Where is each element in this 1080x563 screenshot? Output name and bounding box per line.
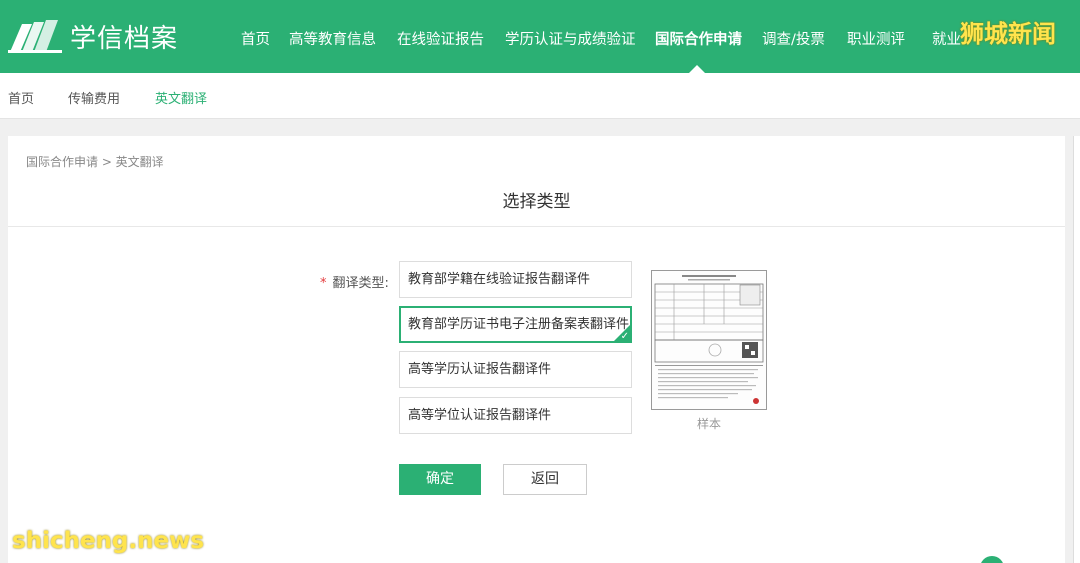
active-nav-indicator [689, 65, 705, 73]
logo[interactable]: 学信档案 [8, 16, 178, 56]
option-academic-degree-authentication[interactable]: 高等学历认证报告翻译件 [399, 351, 632, 388]
watermark-top: 狮城新闻 [960, 20, 1056, 48]
option-student-status-report[interactable]: 教育部学籍在线验证报告翻译件 [399, 261, 632, 298]
nav-online-verification-report[interactable]: 在线验证报告 [397, 28, 484, 49]
top-navbar: 学信档案 首页 高等教育信息 在线验证报告 学历认证与成绩验证 国际合作申请 调… [0, 0, 1080, 73]
sample-document-thumbnail[interactable] [651, 270, 767, 410]
subnav-english-translation[interactable]: 英文翻译 [155, 88, 207, 107]
scrollbar[interactable] [1073, 136, 1080, 563]
option-degree-certificate-record[interactable]: 教育部学历证书电子注册备案表翻译件 ✓ [399, 306, 632, 343]
sample-caption: 样本 [696, 417, 721, 431]
nav-career-assessment[interactable]: 职业测评 [847, 28, 905, 49]
checkmark-icon: ✓ [620, 331, 629, 342]
book-logo-icon [8, 20, 62, 53]
option-academic-degree-award-authentication[interactable]: 高等学位认证报告翻译件 [399, 397, 632, 434]
confirm-button[interactable]: 确定 [399, 464, 481, 495]
translation-type-label-text: 翻译类型: [332, 276, 389, 291]
option-label: 教育部学籍在线验证报告翻译件 [408, 272, 591, 287]
subnav-home[interactable]: 首页 [8, 88, 34, 107]
logo-text: 学信档案 [70, 23, 179, 54]
nav-higher-education-info[interactable]: 高等教育信息 [289, 28, 376, 49]
translation-type-label: * 翻译类型: [320, 272, 389, 291]
required-mark: * [320, 276, 327, 291]
divider [8, 226, 1065, 227]
sample-document-image [652, 271, 766, 409]
nav-degree-authentication[interactable]: 学历认证与成绩验证 [505, 28, 636, 49]
option-label: 高等学位认证报告翻译件 [408, 408, 552, 423]
watermark-bottom: shicheng.news [12, 528, 205, 554]
subnav-transfer-fee[interactable]: 传输费用 [68, 88, 120, 107]
page-title: 选择类型 [502, 192, 571, 212]
breadcrumb: 国际合作申请 > 英文翻译 [26, 155, 164, 169]
nav-survey-vote[interactable]: 调查/投票 [762, 28, 825, 49]
main-card: 国际合作申请 > 英文翻译 选择类型 * 翻译类型: 教育部学籍在线验证报告翻译件… [8, 136, 1065, 563]
nav-international-cooperation[interactable]: 国际合作申请 [655, 28, 742, 49]
nav-employment[interactable]: 就业 [932, 28, 961, 49]
nav-home[interactable]: 首页 [241, 28, 270, 49]
option-label: 教育部学历证书电子注册备案表翻译件 [408, 317, 630, 332]
option-label: 高等学历认证报告翻译件 [408, 362, 552, 377]
sub-navbar: 首页 传输费用 英文翻译 [0, 73, 1080, 119]
back-button[interactable]: 返回 [503, 464, 587, 495]
